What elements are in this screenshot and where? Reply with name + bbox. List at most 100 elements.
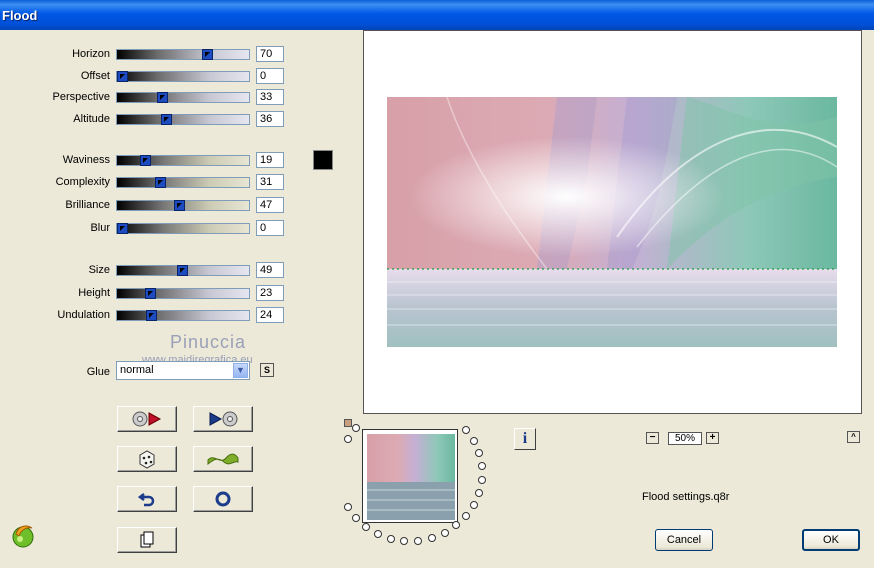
next-preset-button[interactable] bbox=[193, 406, 253, 432]
size-slider-thumb[interactable] bbox=[177, 265, 188, 276]
waviness-value-field[interactable]: 19 bbox=[256, 152, 284, 168]
undo-button[interactable] bbox=[117, 486, 177, 512]
complexity-label: Complexity bbox=[55, 176, 110, 188]
offset-value-field[interactable]: 0 bbox=[256, 68, 284, 84]
navigator-ring-dot[interactable] bbox=[477, 475, 486, 484]
undulation-slider[interactable] bbox=[116, 310, 250, 321]
size-slider[interactable] bbox=[116, 265, 250, 276]
perspective-label: Perspective bbox=[52, 91, 110, 103]
navigator-ring-dot[interactable] bbox=[474, 449, 483, 458]
copy-icon bbox=[140, 531, 154, 548]
navigator-ring-dot[interactable] bbox=[343, 435, 352, 443]
brilliance-value-field[interactable]: 47 bbox=[256, 197, 284, 213]
offset-label: Offset bbox=[80, 70, 110, 82]
size-label: Size bbox=[88, 264, 110, 276]
height-slider-thumb[interactable] bbox=[145, 288, 156, 299]
navigator-ring-dot[interactable] bbox=[469, 500, 478, 509]
prev-preset-button[interactable] bbox=[117, 406, 177, 432]
navigator-ring-dot[interactable] bbox=[469, 437, 478, 446]
color-swatch[interactable] bbox=[313, 150, 333, 170]
dice-icon bbox=[139, 450, 155, 469]
reset-icon bbox=[215, 491, 231, 507]
horizon-label: Horizon bbox=[72, 48, 110, 60]
play-back-icon bbox=[132, 411, 162, 427]
preset-filename: Flood settings.q8r bbox=[642, 491, 730, 503]
random-button[interactable] bbox=[117, 446, 177, 472]
navigator-ring-dot[interactable] bbox=[462, 426, 471, 435]
height-slider[interactable] bbox=[116, 288, 250, 299]
collapse-icon[interactable]: ^ bbox=[847, 431, 860, 443]
navigator-ring-dot[interactable] bbox=[361, 522, 370, 531]
navigator-ring-dot[interactable] bbox=[386, 534, 395, 543]
size-value-field[interactable]: 49 bbox=[256, 262, 284, 278]
cancel-button[interactable]: Cancel bbox=[655, 529, 713, 551]
copy-button[interactable] bbox=[117, 527, 177, 553]
glue-s-button[interactable]: S bbox=[260, 363, 274, 377]
preview-panel[interactable] bbox=[363, 30, 862, 414]
navigator-ring-dot[interactable] bbox=[427, 533, 436, 542]
reset-button[interactable] bbox=[193, 486, 253, 512]
brilliance-slider[interactable] bbox=[116, 200, 250, 211]
ok-button[interactable]: OK bbox=[802, 529, 860, 551]
blur-slider[interactable] bbox=[116, 223, 250, 234]
complexity-slider-thumb[interactable] bbox=[155, 177, 166, 188]
complexity-value-field[interactable]: 31 bbox=[256, 174, 284, 190]
play-forward-icon bbox=[209, 411, 238, 427]
perspective-slider[interactable] bbox=[116, 92, 250, 103]
watermark-name: Pinuccia bbox=[170, 332, 247, 352]
navigator-thumbnail[interactable] bbox=[362, 429, 458, 523]
navigator-ring-dot[interactable] bbox=[373, 529, 382, 538]
navigator-ring-dot[interactable] bbox=[452, 521, 461, 530]
horizon-value-field[interactable]: 70 bbox=[256, 46, 284, 62]
undulation-value-field[interactable]: 24 bbox=[256, 307, 284, 323]
offset-slider[interactable] bbox=[116, 71, 250, 82]
height-value-field[interactable]: 23 bbox=[256, 285, 284, 301]
undo-icon bbox=[138, 493, 155, 507]
glue-select[interactable]: normal ▼ bbox=[116, 361, 250, 380]
navigator-ring-dot[interactable] bbox=[440, 528, 449, 537]
altitude-slider-thumb[interactable] bbox=[161, 114, 172, 125]
waviness-slider-thumb[interactable] bbox=[140, 155, 151, 166]
navigator-ring-dot[interactable] bbox=[414, 536, 423, 545]
brilliance-slider-thumb[interactable] bbox=[174, 200, 185, 211]
height-label: Height bbox=[78, 287, 110, 299]
horizon-slider[interactable] bbox=[116, 49, 250, 60]
navigator-ring-dot[interactable] bbox=[462, 511, 471, 520]
info-icon[interactable]: i bbox=[514, 428, 536, 450]
offset-slider-thumb[interactable] bbox=[117, 71, 128, 82]
zoom-minus-icon[interactable]: − bbox=[646, 432, 659, 444]
dialog-client: Horizon 70 Offset 0 Perspective 33 Altitude 36 W… bbox=[0, 30, 874, 568]
perspective-slider-thumb[interactable] bbox=[157, 92, 168, 103]
navigator-ring-dot[interactable] bbox=[400, 536, 409, 545]
undulation-label: Undulation bbox=[57, 309, 110, 321]
blur-slider-thumb[interactable] bbox=[117, 223, 128, 234]
blur-value-field[interactable]: 0 bbox=[256, 220, 284, 236]
waviness-label: Waviness bbox=[62, 154, 110, 166]
navigator-ring-dot[interactable] bbox=[343, 503, 352, 511]
complexity-slider[interactable] bbox=[116, 177, 250, 188]
undulation-slider-thumb[interactable] bbox=[146, 310, 157, 321]
navigator-ring-dot[interactable] bbox=[351, 424, 360, 433]
altitude-value-field[interactable]: 36 bbox=[256, 111, 284, 127]
wave-icon bbox=[207, 453, 239, 466]
window-title: Flood bbox=[2, 8, 38, 23]
altitude-slider[interactable] bbox=[116, 114, 250, 125]
chevron-down-icon[interactable]: ▼ bbox=[233, 363, 248, 378]
altitude-label: Altitude bbox=[73, 113, 110, 125]
preview-image bbox=[387, 97, 837, 347]
wave-button[interactable] bbox=[193, 446, 253, 472]
app-logo-icon bbox=[12, 525, 34, 548]
navigator-ring-dot[interactable] bbox=[474, 488, 483, 497]
glue-label: Glue bbox=[86, 366, 110, 378]
perspective-value-field[interactable]: 33 bbox=[256, 89, 284, 105]
navigator-anchor[interactable] bbox=[344, 419, 352, 427]
waviness-slider[interactable] bbox=[116, 155, 250, 166]
title-bar: Flood bbox=[0, 0, 874, 30]
zoom-level: 50% bbox=[668, 432, 702, 445]
blur-label: Blur bbox=[90, 222, 110, 234]
navigator-ring-dot[interactable] bbox=[351, 513, 360, 522]
zoom-plus-icon[interactable]: + bbox=[706, 432, 719, 444]
navigator-ring-dot[interactable] bbox=[477, 462, 486, 471]
horizon-slider-thumb[interactable] bbox=[202, 49, 213, 60]
glue-value: normal bbox=[120, 364, 154, 376]
